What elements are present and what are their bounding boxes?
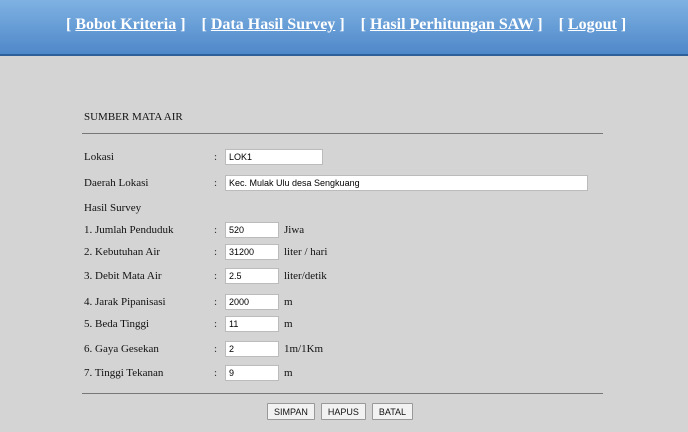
header-bar: [ Bobot Kriteria ] [ Data Hasil Survey ]… xyxy=(0,0,688,56)
survey-row-jumlah-penduduk: 1. Jumlah Penduduk : Jiwa xyxy=(84,222,644,240)
bracket: ] xyxy=(339,16,345,33)
survey-row-beda-tinggi: 5. Beda Tinggi : m xyxy=(84,316,644,334)
bracket: [ xyxy=(558,16,564,33)
field-label: 1. Jumlah Penduduk xyxy=(84,224,174,236)
bracket: [ xyxy=(201,16,207,33)
field-unit: Jiwa xyxy=(284,224,305,236)
field-label: 6. Gaya Gesekan xyxy=(84,343,159,355)
survey-heading: Hasil Survey xyxy=(84,202,142,214)
field-label: 4. Jarak Pipanisasi xyxy=(84,296,166,308)
field-row-lokasi: Lokasi : xyxy=(84,149,644,167)
field-label: 5. Beda Tinggi xyxy=(84,318,150,330)
bracket: [ xyxy=(66,16,72,33)
divider-top xyxy=(82,133,603,134)
bracket: ] xyxy=(620,16,627,33)
field-unit: m xyxy=(284,296,293,308)
field-unit: liter / hari xyxy=(284,246,328,258)
jumlah-penduduk-input[interactable] xyxy=(225,222,279,238)
main-nav: [ Bobot Kriteria ] [ Data Hasil Survey ]… xyxy=(66,16,626,34)
tinggi-tekanan-input[interactable] xyxy=(225,365,279,381)
bracket: [ xyxy=(360,16,366,33)
divider-bottom xyxy=(82,393,603,394)
batal-button[interactable]: BATAL xyxy=(371,403,414,420)
kebutuhan-air-input[interactable] xyxy=(225,244,279,260)
field-label: 2. Kebutuhan Air xyxy=(84,246,161,258)
form-actions: SIMPAN HAPUS BATAL xyxy=(267,403,414,420)
field-unit: 1m/1Km xyxy=(284,343,324,355)
hapus-button[interactable]: HAPUS xyxy=(320,403,366,420)
daerah-lokasi-input[interactable] xyxy=(225,175,588,191)
field-colon: : xyxy=(214,343,218,355)
nav-link-logout[interactable]: Logout xyxy=(568,16,617,33)
lokasi-input[interactable] xyxy=(225,149,323,165)
nav-link-data-hasil-survey[interactable]: Data Hasil Survey xyxy=(211,16,335,33)
field-label: 3. Debit Mata Air xyxy=(84,270,162,282)
form-title: SUMBER MATA AIR xyxy=(84,111,183,123)
debit-mata-air-input[interactable] xyxy=(225,268,279,284)
field-colon: : xyxy=(214,296,218,308)
jarak-pipanisasi-input[interactable] xyxy=(225,294,279,310)
beda-tinggi-input[interactable] xyxy=(225,316,279,332)
field-label: Lokasi xyxy=(84,151,114,163)
survey-heading-row: Hasil Survey xyxy=(84,200,644,218)
field-colon: : xyxy=(214,224,218,236)
gaya-gesekan-input[interactable] xyxy=(225,341,279,357)
bracket: ] xyxy=(537,16,543,33)
field-unit: m xyxy=(284,318,293,330)
field-label: 7. Tinggi Tekanan xyxy=(84,367,164,379)
survey-row-tinggi-tekanan: 7. Tinggi Tekanan : m xyxy=(84,365,644,383)
field-colon: : xyxy=(214,270,218,282)
field-row-daerah-lokasi: Daerah Lokasi : xyxy=(84,175,644,193)
nav-link-hasil-perhitungan-saw[interactable]: Hasil Perhitungan SAW xyxy=(370,16,533,33)
survey-row-debit-mata-air: 3. Debit Mata Air : liter/detik xyxy=(84,268,644,286)
field-colon: : xyxy=(214,318,218,330)
field-colon: : xyxy=(214,246,218,258)
field-colon: : xyxy=(214,177,218,189)
nav-link-bobot-kriteria[interactable]: Bobot Kriteria xyxy=(75,16,176,33)
survey-row-kebutuhan-air: 2. Kebutuhan Air : liter / hari xyxy=(84,244,644,262)
simpan-button[interactable]: SIMPAN xyxy=(267,403,315,420)
field-label: Daerah Lokasi xyxy=(84,177,149,189)
survey-row-gaya-gesekan: 6. Gaya Gesekan : 1m/1Km xyxy=(84,341,644,359)
bracket: ] xyxy=(180,16,186,33)
field-colon: : xyxy=(214,367,218,379)
field-colon: : xyxy=(214,151,218,163)
field-unit: m xyxy=(284,367,293,379)
survey-row-jarak-pipanisasi: 4. Jarak Pipanisasi : m xyxy=(84,294,644,312)
field-unit: liter/detik xyxy=(284,270,327,282)
